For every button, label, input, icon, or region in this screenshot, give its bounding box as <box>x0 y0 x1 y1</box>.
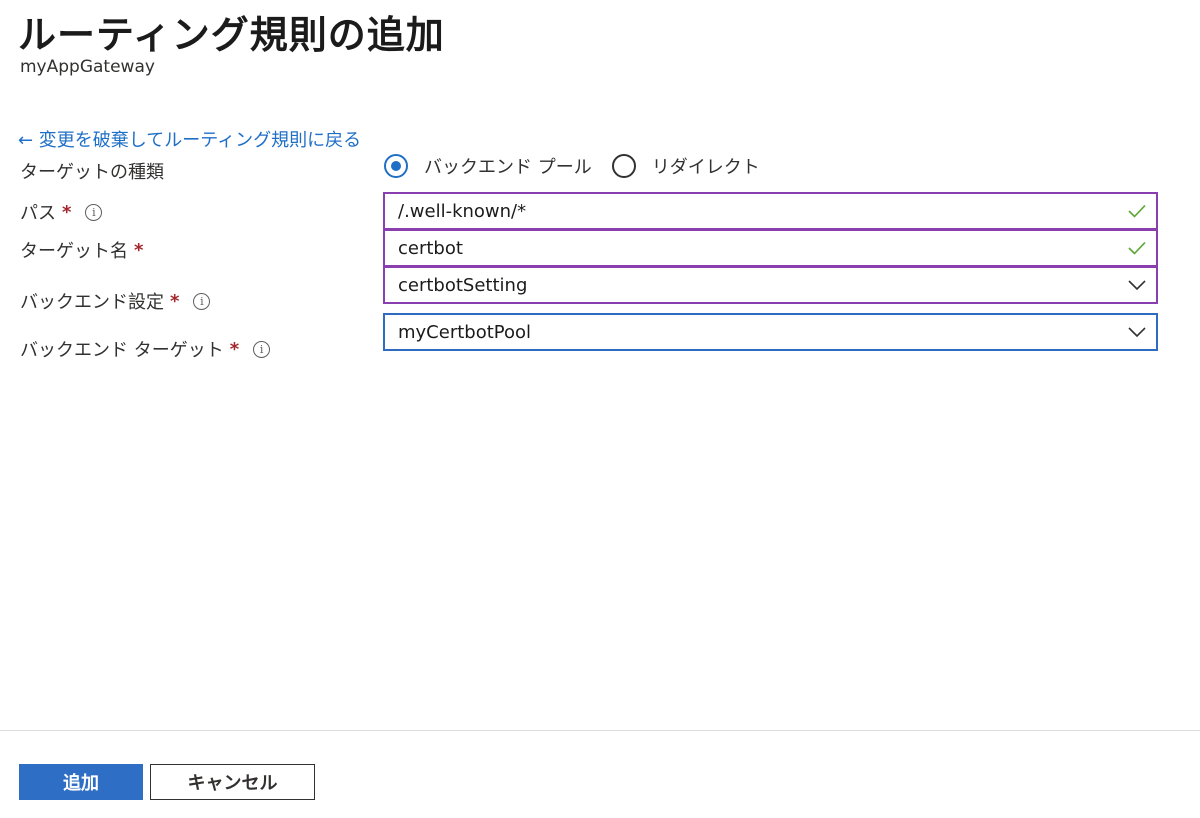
path-input[interactable]: /.well-known/* <box>383 192 1158 230</box>
target-type-radio-group: バックエンド プール リダイレクト <box>384 150 780 182</box>
backend-target-label: バックエンド ターゲット * i <box>20 336 271 362</box>
path-input-value[interactable]: /.well-known/* <box>398 201 1118 222</box>
page-title: ルーティング規則の追加 <box>18 13 445 57</box>
page-subtitle: myAppGateway <box>20 57 155 77</box>
path-label: パス * i <box>20 199 103 225</box>
radio-selected-indicator[interactable] <box>384 154 408 178</box>
radio-backend-pool[interactable]: バックエンド プール <box>384 153 592 179</box>
chevron-down-icon[interactable] <box>1118 327 1156 337</box>
radio-backend-pool-label: バックエンド プール <box>424 157 592 178</box>
checkmark-icon <box>1118 241 1156 255</box>
info-icon[interactable]: i <box>193 292 211 310</box>
target-name-input[interactable]: certbot <box>383 229 1158 267</box>
required-mark: * <box>170 290 180 312</box>
target-name-label: ターゲット名 * <box>20 237 143 263</box>
target-type-label-text: ターゲットの種類 <box>20 162 164 183</box>
target-name-input-value[interactable]: certbot <box>398 238 1118 259</box>
required-mark: * <box>134 239 144 261</box>
target-name-label-text: ターゲット名 <box>20 241 128 262</box>
cancel-button[interactable]: キャンセル <box>150 764 315 800</box>
required-mark: * <box>62 201 72 223</box>
add-button[interactable]: 追加 <box>19 764 143 800</box>
checkmark-icon <box>1118 204 1156 218</box>
info-icon[interactable]: i <box>85 203 103 221</box>
radio-redirect[interactable]: リダイレクト <box>611 153 760 179</box>
target-type-label: ターゲットの種類 <box>20 158 164 184</box>
required-mark: * <box>229 338 240 360</box>
backend-settings-dropdown[interactable]: certbotSetting <box>383 266 1158 304</box>
chevron-down-icon[interactable] <box>1118 280 1156 290</box>
info-icon[interactable]: i <box>253 340 271 358</box>
backend-settings-selected-value[interactable]: certbotSetting <box>398 275 1118 296</box>
radio-redirect-label: リダイレクト <box>651 157 760 178</box>
backend-target-selected-value[interactable]: myCertbotPool <box>398 322 1118 343</box>
backend-target-dropdown[interactable]: myCertbotPool <box>383 313 1158 351</box>
backend-settings-label-text: バックエンド設定 <box>20 292 164 313</box>
backend-target-label-text: バックエンド ターゲット <box>20 340 224 361</box>
discard-and-back-link[interactable]: ← 変更を破棄してルーティング規則に戻る <box>18 126 361 152</box>
backend-settings-label: バックエンド設定 * i <box>20 288 211 314</box>
radio-unselected-indicator[interactable] <box>611 154 636 178</box>
path-label-text: パス <box>20 203 56 224</box>
footer-divider <box>0 730 1200 731</box>
